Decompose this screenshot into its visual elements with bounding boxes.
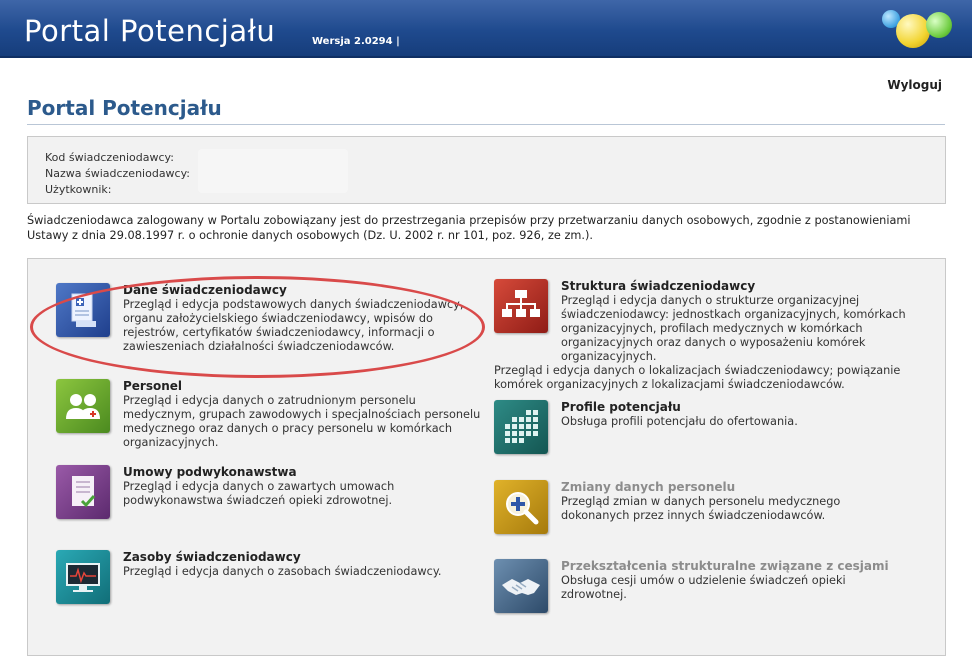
- module-description-extra: Przegląd i edycja danych o lokalizacjach…: [494, 364, 901, 391]
- module-description: Przegląd i edycja danych o zasobach świa…: [123, 565, 442, 578]
- header-bar: Portal Potencjału Wersja 2.0294 |: [0, 0, 972, 58]
- provider-code-label: Kod świadczeniodawcy:: [45, 151, 174, 164]
- module-description: Przegląd zmian w danych personelu medycz…: [561, 495, 841, 522]
- module-description: Obsługa profili potencjału do ofertowani…: [561, 415, 798, 428]
- module-title[interactable]: Profile potencjału: [561, 400, 681, 414]
- module-description: Przegląd i edycja danych o zawartych umo…: [123, 480, 395, 507]
- version-label: Wersja 2.0294 |: [312, 36, 400, 47]
- module-title[interactable]: Dane świadczeniodawcy: [123, 283, 287, 297]
- org-chart-icon[interactable]: [494, 279, 548, 333]
- logout-link[interactable]: Wyloguj: [887, 78, 942, 92]
- contract-icon[interactable]: [56, 465, 110, 519]
- redacted-values: [198, 149, 348, 193]
- grid-icon[interactable]: [494, 400, 548, 454]
- module-title[interactable]: Zmiany danych personelu: [561, 480, 735, 494]
- monitor-icon[interactable]: [56, 550, 110, 604]
- title-divider: [27, 124, 945, 125]
- module-description: Obsługa cesji umów o udzielenie świadcze…: [561, 574, 846, 601]
- people-icon[interactable]: [56, 379, 110, 433]
- app-title: Portal Potencjału: [24, 14, 276, 48]
- document-icon[interactable]: [56, 283, 110, 337]
- module-title[interactable]: Struktura świadczeniodawcy: [561, 279, 755, 293]
- page-title: Portal Potencjału: [27, 96, 222, 120]
- module-description: Przegląd i edycja danych o strukturze or…: [561, 294, 906, 363]
- magnifier-icon[interactable]: [494, 480, 548, 534]
- logo-icon: [882, 6, 958, 52]
- module-title[interactable]: Zasoby świadczeniodawcy: [123, 550, 301, 564]
- handshake-icon[interactable]: [494, 559, 548, 613]
- module-description: Przegląd i edycja danych o zatrudnionym …: [123, 394, 481, 449]
- user-label: Użytkownik:: [45, 183, 112, 196]
- module-title[interactable]: Personel: [123, 379, 182, 393]
- provider-name-label: Nazwa świadczeniodawcy:: [45, 167, 191, 180]
- provider-info-box: Kod świadczeniodawcy: Nazwa świadczeniod…: [27, 136, 946, 204]
- module-description: Przegląd i edycja podstawowych danych św…: [123, 298, 464, 353]
- privacy-notice: Świadczeniodawca zalogowany w Portalu zo…: [27, 214, 911, 242]
- modules-panel: Dane świadczeniodawcy Przegląd i edycja …: [27, 258, 946, 656]
- module-title[interactable]: Przekształcenia strukturalne związane z …: [561, 559, 889, 573]
- module-title[interactable]: Umowy podwykonawstwa: [123, 465, 297, 479]
